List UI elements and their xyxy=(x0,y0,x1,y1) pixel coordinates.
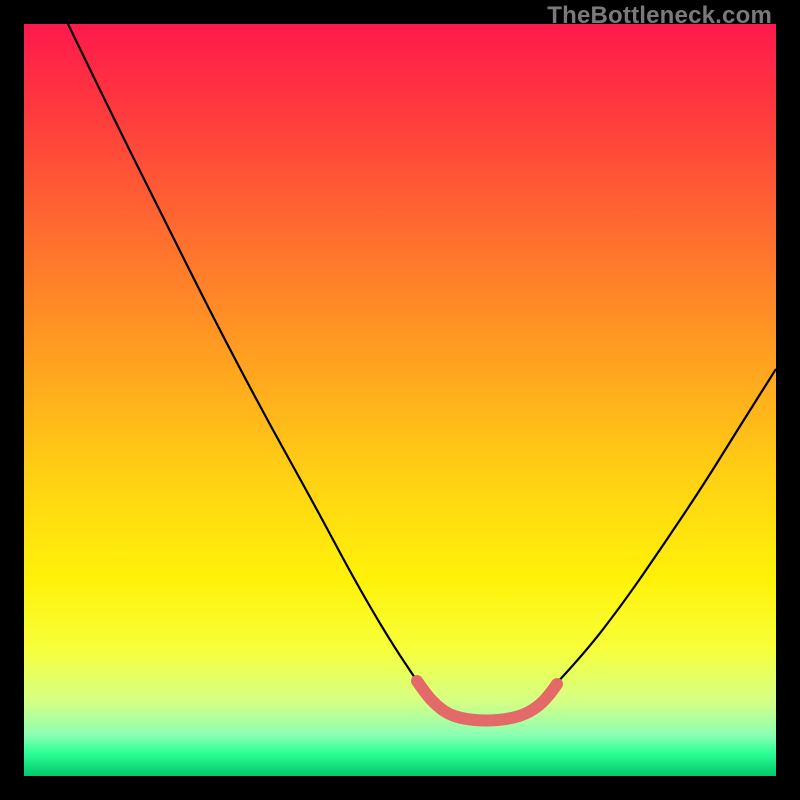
watermark-text: TheBottleneck.com xyxy=(547,2,772,30)
gradient-background xyxy=(24,24,776,776)
chart-frame xyxy=(24,24,776,776)
bottleneck-chart xyxy=(24,24,776,776)
